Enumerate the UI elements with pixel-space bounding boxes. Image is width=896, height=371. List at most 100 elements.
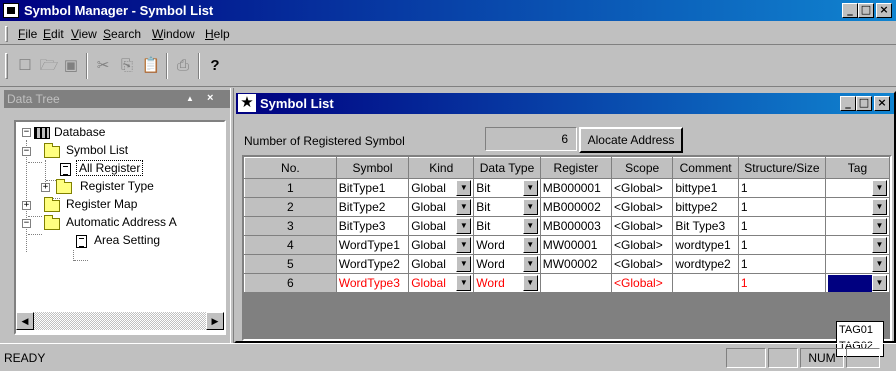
symbol-list-titlebar[interactable]: ★ Symbol List _ □ × <box>236 93 894 114</box>
open-icon[interactable]: 🗁 <box>38 55 60 77</box>
menu-search[interactable]: Search <box>103 27 141 41</box>
dropdown-arrow-icon[interactable]: ▼ <box>456 237 472 253</box>
child-close-button[interactable]: × <box>874 96 890 111</box>
kind-cell[interactable]: Global ▼ <box>408 197 475 217</box>
table-row[interactable]: 2 BitType2 Global ▼ Bit ▼ MB000002 <Global> bitt… <box>244 197 890 217</box>
symbol-cell[interactable]: WordType2 <box>335 254 410 274</box>
pin-icon[interactable]: ▲ <box>186 94 194 103</box>
close-button[interactable]: × <box>876 3 892 18</box>
dropdown-arrow-icon[interactable]: ▼ <box>872 256 887 272</box>
table-row[interactable]: 1 BitType1 Global ▼ Bit ▼ MB000001 <Global> bitt… <box>244 178 890 198</box>
child-minimize-button[interactable]: _ <box>840 96 856 111</box>
comment-cell[interactable]: bittype2 <box>672 197 739 217</box>
dropdown-arrow-icon[interactable]: ▼ <box>872 199 887 215</box>
row-number[interactable]: 6 <box>244 273 337 293</box>
row-number[interactable]: 2 <box>244 197 337 217</box>
data-type-cell[interactable]: Word ▼ <box>473 273 541 293</box>
size-cell[interactable]: 1 <box>737 273 826 293</box>
data-type-cell[interactable]: Bit ▼ <box>473 178 541 198</box>
dropdown-arrow-icon[interactable]: ▼ <box>456 275 472 291</box>
menu-grip[interactable] <box>5 26 8 42</box>
print-icon[interactable]: ⎙ <box>172 55 194 77</box>
scrollbar-track[interactable] <box>34 312 206 330</box>
column-header[interactable]: Symbol <box>335 157 410 179</box>
size-cell[interactable]: 1 <box>737 235 826 255</box>
minimize-button[interactable]: _ <box>842 3 858 18</box>
scroll-right-icon[interactable]: ▶ <box>206 312 224 330</box>
row-number[interactable]: 4 <box>244 235 337 255</box>
scope-cell[interactable]: <Global> <box>611 273 674 293</box>
column-header[interactable]: Comment <box>672 157 739 179</box>
collapse-icon[interactable]: − <box>22 219 31 228</box>
scope-cell[interactable]: <Global> <box>611 216 674 236</box>
size-cell[interactable]: 1 <box>737 254 826 274</box>
tag-cell[interactable]: ▼ <box>824 273 890 293</box>
register-cell[interactable]: MB000002 <box>539 197 613 217</box>
dropdown-arrow-icon[interactable]: ▼ <box>522 275 538 291</box>
kind-cell[interactable]: Global ▼ <box>408 273 475 293</box>
register-cell[interactable]: MW00001 <box>539 235 613 255</box>
scope-cell[interactable]: <Global> <box>611 235 674 255</box>
data-type-cell[interactable]: Bit ▼ <box>473 197 541 217</box>
close-icon[interactable]: × <box>207 92 213 104</box>
column-header[interactable]: Register <box>539 157 613 179</box>
symbol-cell[interactable]: BitType3 <box>335 216 410 236</box>
title-bar[interactable]: Symbol Manager - Symbol List _ □ × <box>0 0 896 21</box>
data-type-cell[interactable]: Word ▼ <box>473 254 541 274</box>
comment-cell[interactable]: wordtype2 <box>672 254 739 274</box>
row-number[interactable]: 1 <box>244 178 337 198</box>
menu-view[interactable]: View <box>71 27 97 41</box>
kind-cell[interactable]: Global ▼ <box>408 254 475 274</box>
child-maximize-button[interactable]: □ <box>856 96 872 111</box>
data-type-cell[interactable]: Word ▼ <box>473 235 541 255</box>
register-cell[interactable]: MW00002 <box>539 254 613 274</box>
kind-cell[interactable]: Global ▼ <box>408 216 475 236</box>
table-row[interactable]: 5 WordType2 Global ▼ Word ▼ MW00002 <Global> wor… <box>244 254 890 274</box>
size-cell[interactable]: 1 <box>737 178 826 198</box>
dropdown-arrow-icon[interactable]: ▼ <box>522 199 538 215</box>
menu-file[interactable]: File <box>18 27 37 41</box>
kind-cell[interactable]: Global ▼ <box>408 235 475 255</box>
dropdown-arrow-icon[interactable]: ▼ <box>872 218 887 234</box>
help-icon[interactable]: ? <box>204 55 226 77</box>
table-row[interactable]: 3 BitType3 Global ▼ Bit ▼ MB000003 <Global> Bit … <box>244 216 890 236</box>
size-cell[interactable]: 1 <box>737 197 826 217</box>
scope-cell[interactable]: <Global> <box>611 254 674 274</box>
collapse-icon[interactable]: − <box>22 147 31 156</box>
tag-cell[interactable]: ▼ <box>824 216 890 236</box>
dropdown-arrow-icon[interactable]: ▼ <box>872 237 887 253</box>
symbol-cell[interactable]: WordType3 <box>335 273 410 293</box>
allocate-address-button[interactable]: Alocate Address <box>579 127 683 153</box>
scope-cell[interactable]: <Global> <box>611 178 674 198</box>
column-header[interactable]: No. <box>244 157 337 179</box>
column-header[interactable]: Kind <box>408 157 475 179</box>
column-header[interactable]: Structure/Size <box>737 157 826 179</box>
new-icon[interactable]: ☐ <box>14 55 36 77</box>
collapse-icon[interactable]: − <box>22 128 31 137</box>
comment-cell[interactable]: Bit Type3 <box>672 216 739 236</box>
symbol-cell[interactable]: BitType1 <box>335 178 410 198</box>
expand-icon[interactable]: + <box>41 183 50 192</box>
dropdown-arrow-icon[interactable]: ▼ <box>456 218 472 234</box>
tag-cell[interactable]: ▼ <box>824 254 890 274</box>
tag-option[interactable]: TAG01 <box>837 322 883 338</box>
dropdown-arrow-icon[interactable]: ▼ <box>456 199 472 215</box>
kind-cell[interactable]: Global ▼ <box>408 178 475 198</box>
column-header[interactable]: Scope <box>611 157 674 179</box>
copy-icon[interactable]: ⎘ <box>116 55 138 77</box>
row-number[interactable]: 3 <box>244 216 337 236</box>
tag-cell[interactable]: ▼ <box>824 235 890 255</box>
table-row[interactable]: 6 WordType3 Global ▼ Word ▼ <Global> 1 ▼ <box>244 273 890 293</box>
cut-icon[interactable]: ✂ <box>92 55 114 77</box>
tree-horizontal-scrollbar[interactable]: ◀ ▶ <box>16 312 224 332</box>
column-header[interactable]: Data Type <box>473 157 541 179</box>
symbol-cell[interactable]: BitType2 <box>335 197 410 217</box>
tag-cell[interactable]: ▼ <box>824 178 890 198</box>
column-header[interactable]: Tag <box>824 157 890 179</box>
dropdown-arrow-icon[interactable]: ▼ <box>456 180 472 196</box>
dropdown-arrow-icon[interactable]: ▼ <box>872 180 887 196</box>
size-cell[interactable]: 1 <box>737 216 826 236</box>
comment-cell[interactable]: bittype1 <box>672 178 739 198</box>
scroll-left-icon[interactable]: ◀ <box>16 312 34 330</box>
data-tree-titlebar[interactable]: Data Tree ▲ × <box>4 90 230 108</box>
